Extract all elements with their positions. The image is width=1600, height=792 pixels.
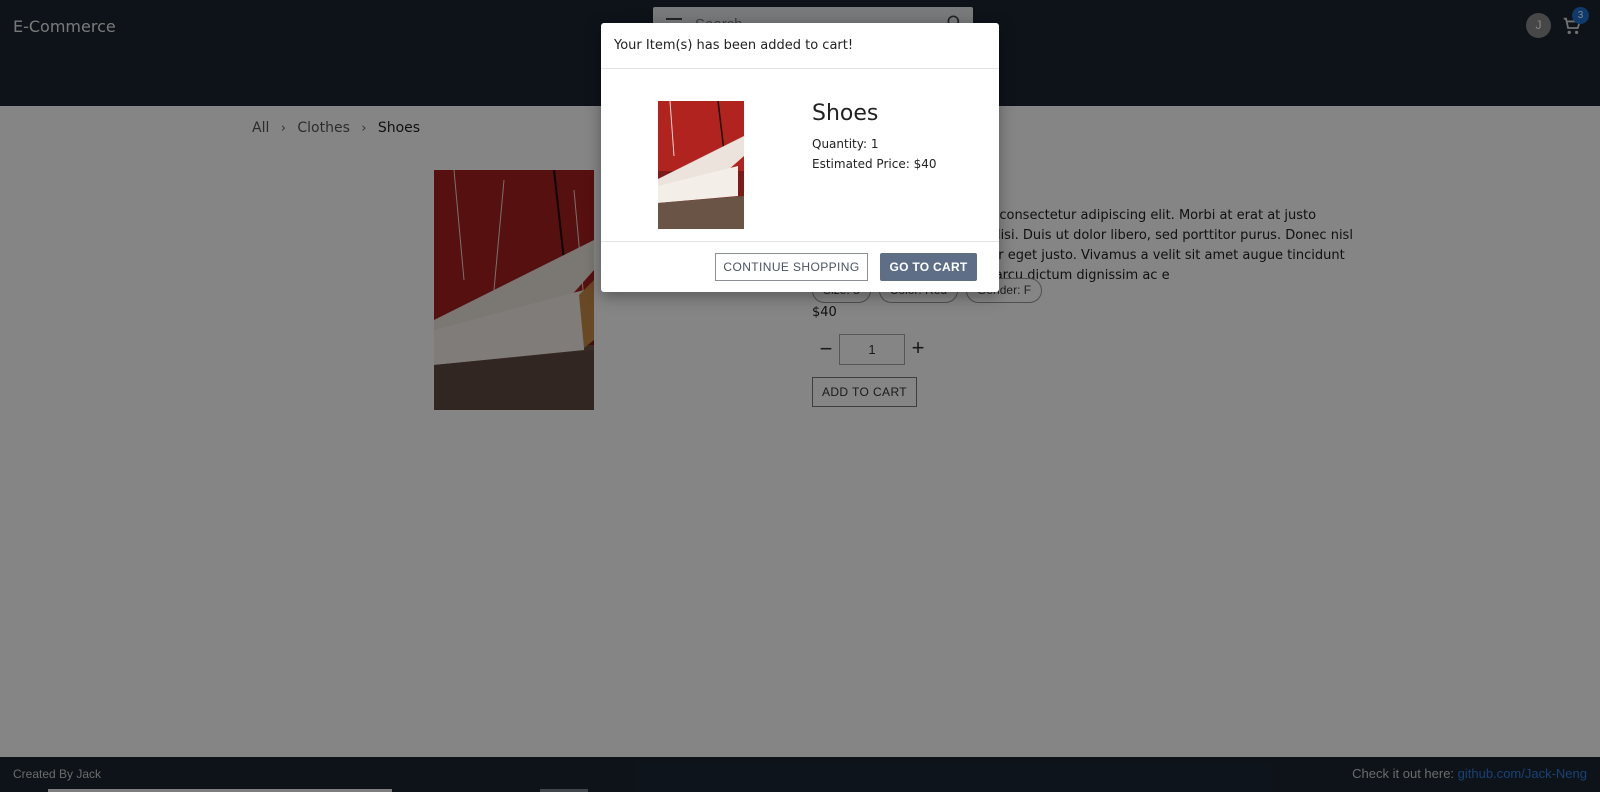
continue-shopping-button[interactable]: CONTINUE SHOPPING [715,253,868,281]
item-name: Shoes [812,101,879,126]
added-to-cart-dialog: Your Item(s) has been added to cart! Sho… [601,23,999,292]
item-thumbnail [658,101,744,229]
dialog-body: Shoes Quantity: 1 Estimated Price: $40 [601,69,999,242]
go-to-cart-button[interactable]: GO TO CART [880,253,977,281]
item-quantity: Quantity: 1 [812,137,879,151]
item-estimated-price: Estimated Price: $40 [812,157,937,171]
dialog-title: Your Item(s) has been added to cart! [601,23,999,69]
